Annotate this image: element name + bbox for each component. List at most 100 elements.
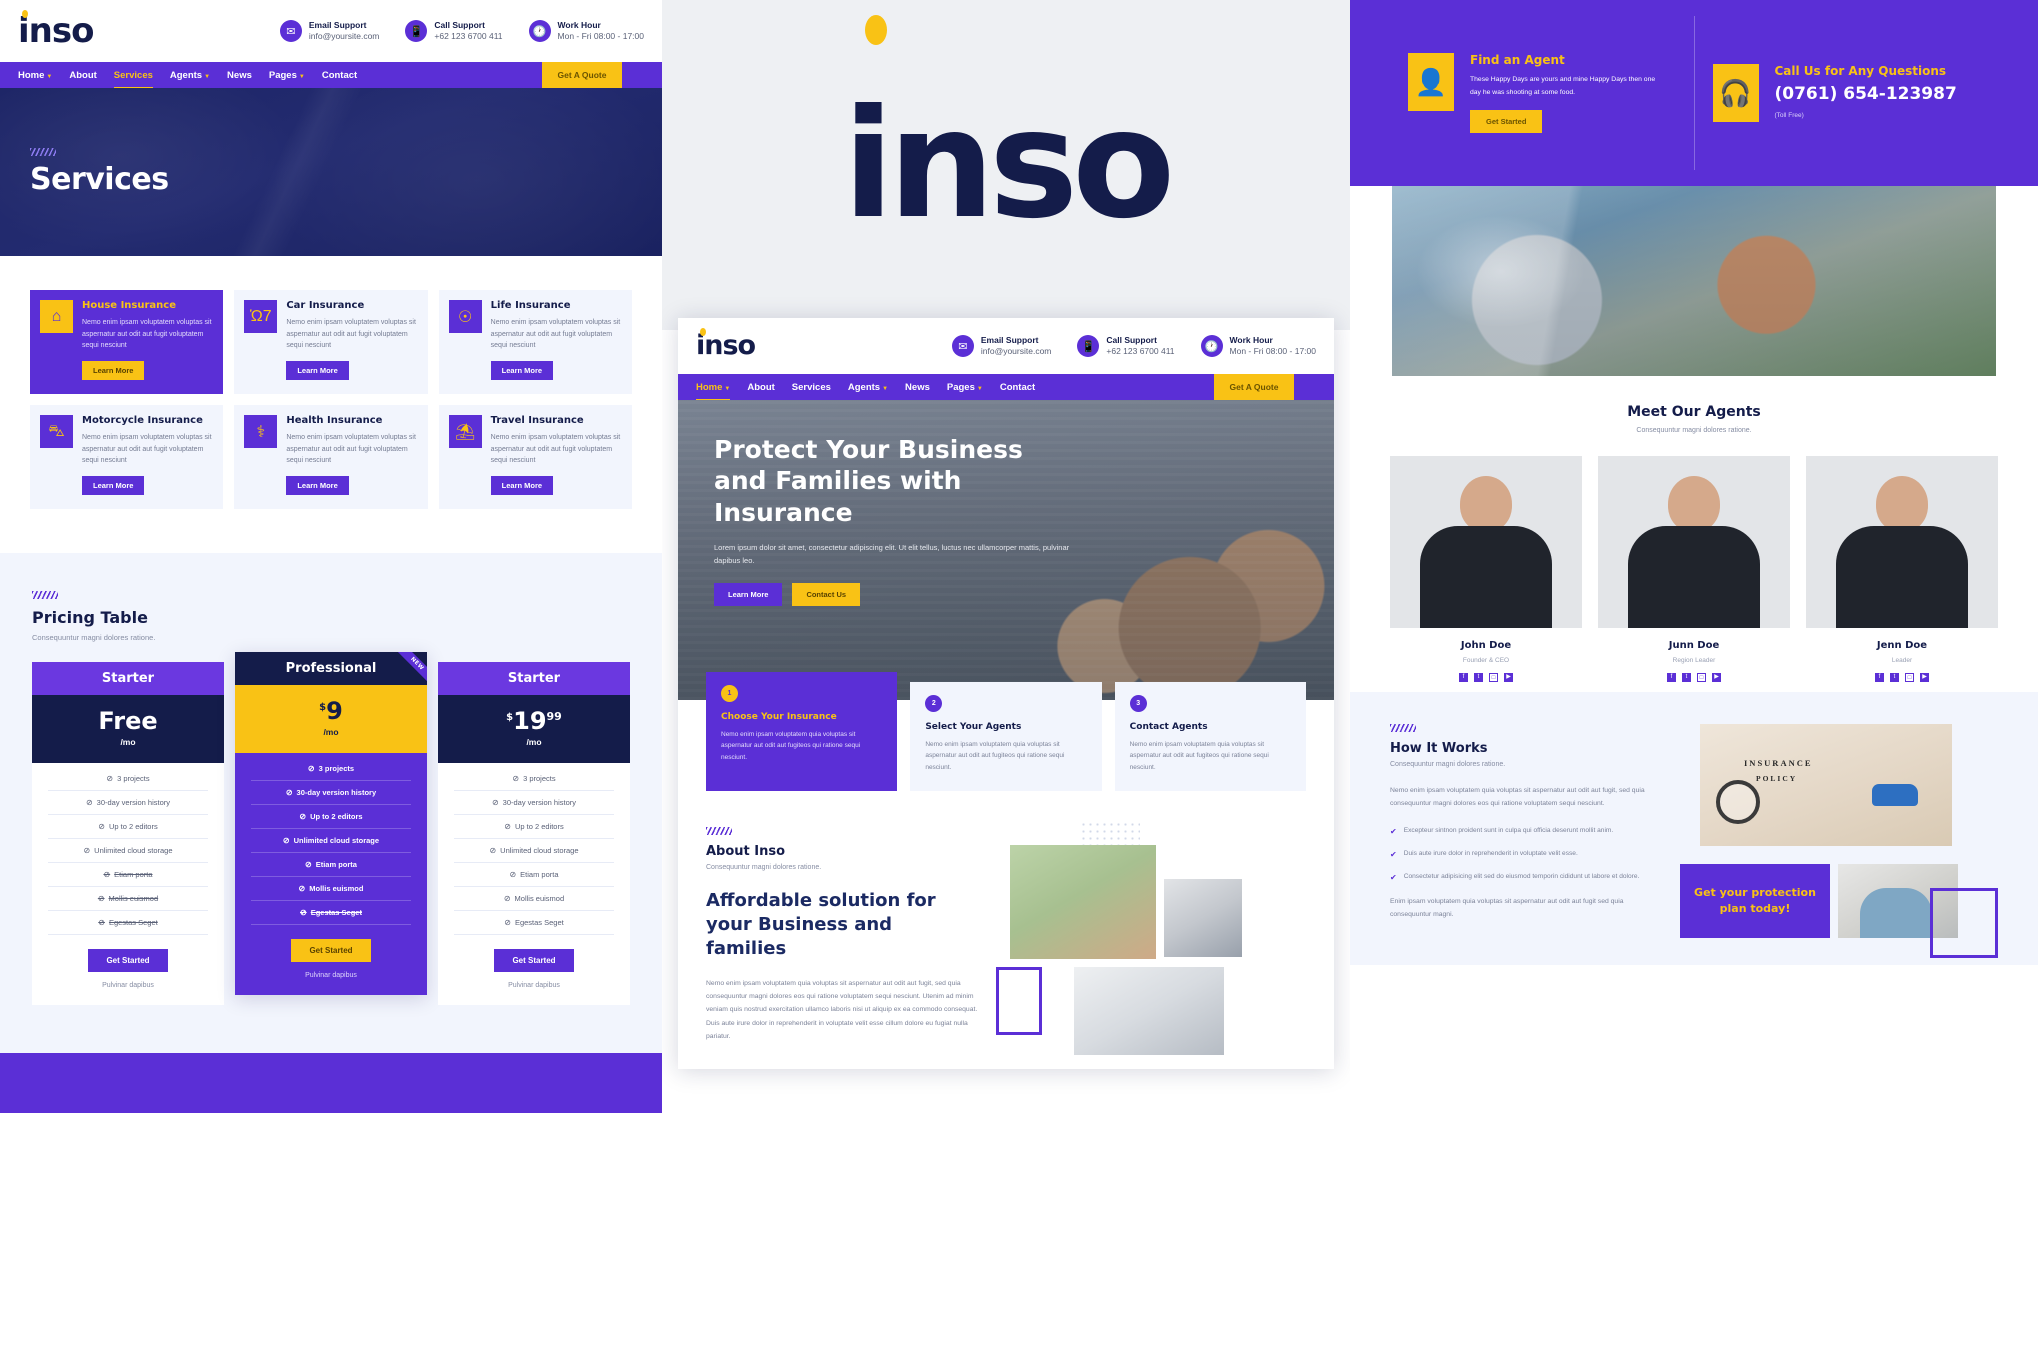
nav-item-news[interactable]: News — [905, 382, 930, 393]
service-card-title: Health Insurance — [286, 415, 383, 426]
nav-item-label: Pages — [946, 381, 975, 393]
twitter-icon[interactable]: t — [1682, 673, 1691, 682]
facebook-icon[interactable]: f — [1875, 673, 1884, 682]
learn-more-button[interactable]: Learn More — [490, 475, 554, 495]
agent-name: John Doe — [1460, 640, 1512, 651]
instagram-icon[interactable]: □ — [1905, 673, 1914, 682]
check-circle-icon: ⊘ — [503, 894, 511, 903]
facebook-icon[interactable]: f — [1667, 673, 1676, 682]
pricing-feature-list: ⊘ 3 projects ⊘ 30-day version history ⊘ Up to… — [438, 763, 630, 935]
pricing-feature-label: 3 projects — [523, 774, 556, 783]
motorcycle-icon: ⛍ — [40, 415, 73, 448]
service-card[interactable]: ⛍ Motorcycle Insurance Nemo enim ipsam vol… — [30, 405, 224, 509]
nav-item-services[interactable]: Services — [792, 382, 831, 393]
how-paragraph-2: Enim ipsam voluptatem quia voluptas sit … — [1390, 897, 1624, 918]
step-card[interactable]: 2 Select Your Agents Nemo enim ipsam volup… — [910, 682, 1102, 792]
contact-phone[interactable]: 📱 Call Support +62 123 6700 411 — [405, 20, 503, 42]
pricing-feature-list: ⊘ 3 projects ⊘ 30-day version history ⊘ Up to… — [235, 753, 427, 925]
step-title: Select Your Agents — [925, 722, 1022, 732]
agent-name: Junn Doe — [1668, 640, 1720, 651]
contact-us-button[interactable]: Contact Us — [792, 583, 861, 607]
youtube-icon[interactable]: ▶ — [1920, 673, 1929, 682]
youtube-icon[interactable]: ▶ — [1504, 673, 1513, 682]
policy-line-2: POLICY — [1756, 774, 1798, 783]
get-started-button[interactable]: Get Started — [88, 949, 168, 972]
instagram-icon[interactable]: □ — [1489, 673, 1498, 682]
service-card[interactable]: ⌂ House Insurance Nemo enim ipsam voluptat… — [30, 290, 224, 394]
youtube-icon[interactable]: ▶ — [1712, 673, 1721, 682]
learn-more-button[interactable]: Learn More — [82, 475, 145, 495]
twitter-icon[interactable]: t — [1474, 673, 1483, 682]
service-card[interactable]: ⚕ Health Insurance Nemo enim ipsam volupta… — [234, 405, 428, 509]
get-a-quote-button[interactable]: Get A Quote — [542, 62, 622, 88]
twitter-icon[interactable]: t — [1890, 673, 1899, 682]
find-agent-title: Find an Agent — [1470, 53, 1565, 68]
agent-card[interactable]: Junn Doe Region Leader f t □ ▶ — [1598, 456, 1790, 682]
agent-card[interactable]: John Doe Founder & CEO f t □ ▶ — [1390, 456, 1582, 682]
pricing-feature-label: Mollis euismod — [108, 894, 159, 903]
get-a-quote-button[interactable]: Get A Quote — [1214, 374, 1294, 400]
learn-more-button[interactable]: Learn More — [714, 583, 783, 607]
check-circle-icon: ⊘ — [504, 918, 511, 927]
site-logo[interactable]: inso — [18, 10, 94, 52]
pricing-feature-label: 3 projects — [117, 774, 150, 783]
nav-item-agents[interactable]: Agents ▼ — [170, 70, 210, 81]
step-number: 1 — [721, 685, 738, 702]
car-icon: Ὡ7 — [244, 300, 278, 333]
nav-item-home[interactable]: Home ▼ — [18, 70, 52, 81]
service-card-desc: Nemo enim ipsam voluptatem voluptas sit … — [82, 434, 212, 465]
nav-item-about[interactable]: About — [69, 70, 96, 81]
contact-email-value: info@yoursite.com — [308, 30, 380, 41]
main-navbar: Home ▼ About Services Agents ▼ News Pages ▼ Conta… — [0, 62, 662, 89]
nav-item-label: News — [227, 69, 252, 81]
pricing-feature: ⊘ Mollis euismod — [251, 877, 411, 901]
contact-hours[interactable]: 🕐 Work Hour Mon - Fri 08:00 - 17:00 — [528, 20, 644, 42]
get-started-button[interactable]: Get Started — [291, 939, 371, 962]
step-card[interactable]: 1 Choose Your Insurance Nemo enim ipsam vo… — [706, 672, 898, 792]
about-photo-1 — [1010, 845, 1156, 960]
nav-item-pages[interactable]: Pages ▼ — [947, 382, 983, 393]
main-navbar: Home ▼ About Services Agents ▼ News Pages ▼ Conta… — [678, 374, 1334, 401]
contact-email[interactable]: ✉ Email Support info@yoursite.com — [279, 20, 380, 42]
nav-item-pages[interactable]: Pages ▼ — [269, 70, 305, 81]
nav-item-contact[interactable]: Contact — [1000, 382, 1035, 393]
site-logo[interactable]: inso — [696, 328, 758, 364]
instagram-icon[interactable]: □ — [1697, 673, 1706, 682]
check-circle-icon: ⊘ — [299, 812, 307, 821]
nav-item-about[interactable]: About — [747, 382, 774, 393]
facebook-icon[interactable]: f — [1459, 673, 1468, 682]
service-card[interactable]: Ὡ7 Car Insurance Nemo enim ipsam voluptate… — [234, 290, 428, 394]
pricing-period: /mo — [526, 737, 542, 747]
agent-card[interactable]: Jenn Doe Leader f t □ ▶ — [1806, 456, 1998, 682]
agents-page-panel: 👤 Find an Agent These Happy Days are you… — [1350, 0, 2038, 1359]
service-card[interactable]: ⛱ Travel Insurance Nemo enim ipsam volupta… — [438, 405, 632, 509]
learn-more-button[interactable]: Learn More — [286, 475, 349, 495]
protection-plan-cta[interactable]: Get your protection plan today! — [1680, 864, 1830, 938]
service-card[interactable]: ☉ Life Insurance Nemo enim ipsam voluptate… — [438, 290, 632, 394]
contact-email[interactable]: ✉ Email Support info@yoursite.com — [951, 335, 1051, 357]
call-us-cta: 🎧 Call Us for Any Questions (0761) 654-1… — [1695, 64, 1999, 122]
get-started-button[interactable]: Get Started — [1470, 109, 1543, 133]
service-card-title: Motorcycle Insurance — [82, 415, 203, 426]
lifebuoy-icon: ☉ — [448, 300, 482, 333]
check-circle-icon: ⊘ — [305, 860, 312, 869]
nav-item-services[interactable]: Services — [113, 70, 153, 89]
contact-hours[interactable]: 🕐 Work Hour Mon - Fri 08:00 - 17:00 — [1200, 335, 1316, 357]
agents-title: Meet Our Agents — [1627, 404, 1761, 420]
learn-more-button[interactable]: Learn More — [286, 360, 349, 380]
nav-item-label: Services — [791, 381, 831, 393]
nav-item-contact[interactable]: Contact — [322, 70, 357, 81]
get-started-button[interactable]: Get Started — [494, 949, 574, 972]
call-us-phone[interactable]: (0761) 654-123987 — [1775, 84, 1957, 104]
nav-item-news[interactable]: News — [227, 70, 252, 81]
nav-item-agents[interactable]: Agents ▼ — [848, 382, 888, 393]
learn-more-button[interactable]: Learn More — [490, 360, 554, 380]
contact-phone[interactable]: 📱 Call Support +62 123 6700 411 — [1077, 335, 1175, 357]
learn-more-button[interactable]: Learn More — [82, 360, 145, 380]
contact-info-group: ✉ Email Support info@yoursite.com 📱 Call… — [279, 20, 644, 42]
nav-item-home[interactable]: Home ▼ — [696, 382, 731, 401]
pricing-feature: ⊘ Etiam porta — [48, 863, 208, 887]
contact-phone-value: +62 123 6700 411 — [434, 30, 503, 41]
check-circle-icon: ⊘ — [98, 822, 105, 831]
step-card[interactable]: 3 Contact Agents Nemo enim ipsam voluptate… — [1114, 682, 1306, 792]
